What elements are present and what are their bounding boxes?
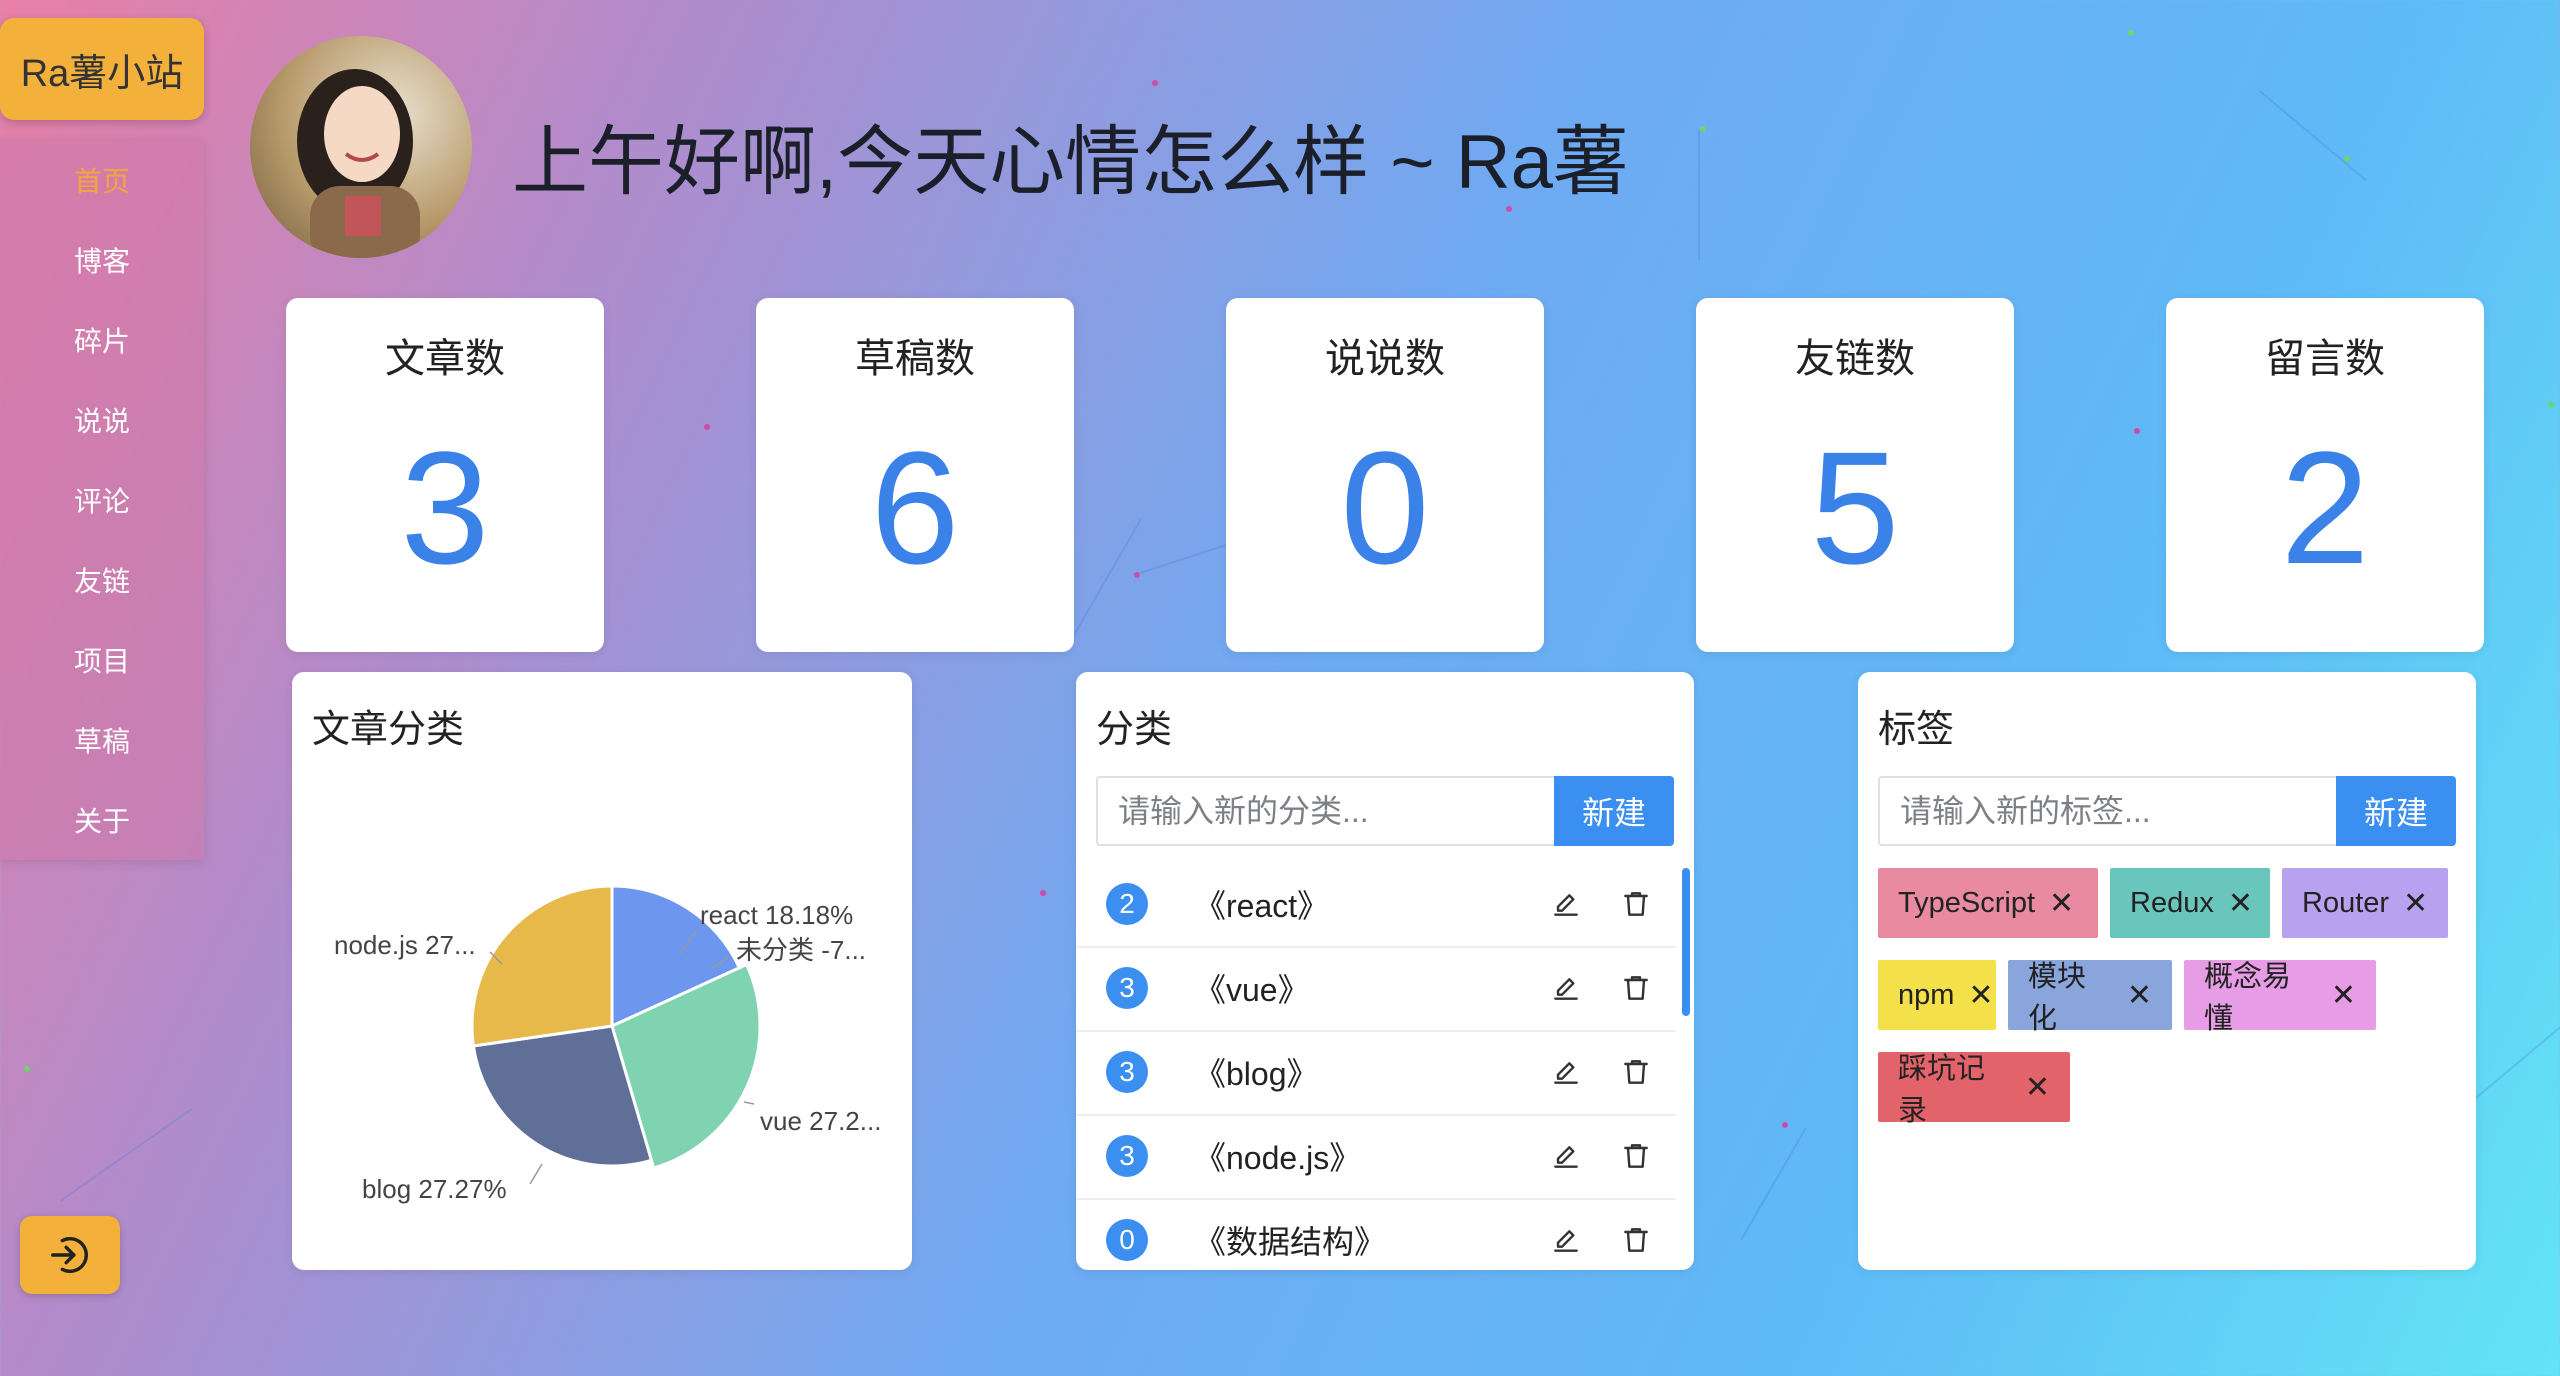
close-icon[interactable]: ✕ <box>2331 978 2356 1013</box>
category-count-badge: 3 <box>1106 1051 1148 1093</box>
delete-icon[interactable] <box>1616 1220 1656 1260</box>
nav-item-fragments[interactable]: 碎片 <box>0 300 204 380</box>
tag-chip: 模块化 ✕ <box>2008 960 2172 1035</box>
stat-value: 2 <box>2280 418 2370 597</box>
close-icon[interactable]: ✕ <box>2403 886 2428 921</box>
category-name: 《react》 <box>1194 888 1330 924</box>
tag-chip: Redux ✕ <box>2110 868 2270 938</box>
pie-label-nodejs: node.js 27... <box>334 930 476 960</box>
stat-card-drafts: 草稿数 6 <box>756 298 1074 652</box>
tag-chip: npm ✕ <box>1878 960 1996 1030</box>
pie-slice-nodejs[interactable] <box>470 884 614 1048</box>
category-input[interactable] <box>1096 776 1554 846</box>
category-row: 2 《react》 <box>1076 862 1676 948</box>
close-icon[interactable]: ✕ <box>2127 978 2152 1013</box>
new-category-button[interactable]: 新建 <box>1554 776 1674 846</box>
close-icon[interactable]: ✕ <box>2049 886 2074 921</box>
categories-title: 分类 <box>1096 709 1173 751</box>
pie-label-react: react 18.18% <box>700 900 854 930</box>
stat-label: 友链数 <box>1795 337 1915 381</box>
tag-chip: TypeScript ✕ <box>1878 868 2098 938</box>
stat-value: 6 <box>870 418 960 597</box>
stat-value: 0 <box>1340 418 1430 597</box>
close-icon[interactable]: ✕ <box>2025 1070 2050 1105</box>
tag-label: 模块化 <box>2028 961 2087 1035</box>
stat-card-articles: 文章数 3 <box>286 298 604 652</box>
stat-label: 说说数 <box>1325 337 1445 381</box>
category-name: 《数据结构》 <box>1194 1224 1387 1260</box>
stat-card-talks: 说说数 0 <box>1226 298 1544 652</box>
tag-chip: 概念易懂 ✕ <box>2184 960 2376 1035</box>
tag-label: 概念易懂 <box>2204 961 2292 1035</box>
category-row: 0 《数据结构》 <box>1076 1198 1676 1270</box>
delete-icon[interactable] <box>1616 884 1656 924</box>
tags-card: 标签 新建 TypeScript✕Redux✕Router✕npm✕模块化✕概念… <box>1858 672 2476 1270</box>
category-count-badge: 0 <box>1106 1219 1148 1261</box>
delete-icon[interactable] <box>1616 1136 1656 1176</box>
nav-item-drafts[interactable]: 草稿 <box>0 700 204 780</box>
tags-title: 标签 <box>1878 709 1955 751</box>
user-avatar[interactable] <box>250 36 472 258</box>
category-name: 《node.js》 <box>1194 1140 1362 1176</box>
nav-item-comments[interactable]: 评论 <box>0 460 204 540</box>
delete-icon[interactable] <box>1616 1052 1656 1092</box>
tag-label: TypeScript <box>1898 886 2035 919</box>
pie-leader-line <box>743 1101 755 1105</box>
tag-label: 踩坑记录 <box>1898 1053 1986 1127</box>
logout-icon <box>51 1237 89 1273</box>
tag-label: npm <box>1898 978 1955 1011</box>
category-row: 3 《blog》 <box>1076 1030 1676 1116</box>
greeting-title: 上午好啊,今天心情怎么样 ~ Ra薯 <box>512 120 1629 205</box>
edit-icon[interactable] <box>1546 1220 1586 1260</box>
delete-icon[interactable] <box>1616 968 1656 1008</box>
stat-label: 文章数 <box>385 337 505 381</box>
nav-item-blog[interactable]: 博客 <box>0 220 204 300</box>
tag-input[interactable] <box>1878 776 2336 846</box>
edit-icon[interactable] <box>1546 1052 1586 1092</box>
tag-label: Redux <box>2130 886 2214 919</box>
sidebar-nav: 首页 博客 碎片 说说 评论 友链 项目 草稿 关于 <box>0 140 204 860</box>
pie-leader-line <box>529 1163 543 1185</box>
pie-label-vue: vue 27.2... <box>760 1106 882 1136</box>
tag-input-row: 新建 <box>1878 776 2456 846</box>
category-row: 3 《node.js》 <box>1076 1114 1676 1200</box>
nav-item-home[interactable]: 首页 <box>0 140 204 220</box>
edit-icon[interactable] <box>1546 1136 1586 1176</box>
pie-label-uncategorized: 未分类 -7... <box>736 935 867 965</box>
nav-item-projects[interactable]: 项目 <box>0 620 204 700</box>
nav-item-talks[interactable]: 说说 <box>0 380 204 460</box>
category-list-scrollbar[interactable] <box>1682 868 1690 1016</box>
stat-label: 留言数 <box>2265 337 2385 381</box>
category-count-badge: 3 <box>1106 1135 1148 1177</box>
new-tag-button[interactable]: 新建 <box>2336 776 2456 846</box>
tag-chip: 踩坑记录 ✕ <box>1878 1052 2070 1127</box>
category-input-row: 新建 <box>1096 776 1674 846</box>
category-name: 《vue》 <box>1194 972 1310 1008</box>
stat-card-friend-links: 友链数 5 <box>1696 298 2014 652</box>
category-row: 3 《vue》 <box>1076 946 1676 1032</box>
avatar-portrait <box>297 69 420 258</box>
close-icon[interactable]: ✕ <box>1968 978 1993 1013</box>
stat-value: 5 <box>1810 418 1900 597</box>
tag-label: Router <box>2302 886 2390 919</box>
category-count-badge: 3 <box>1106 967 1148 1009</box>
stat-label: 草稿数 <box>855 337 975 381</box>
stat-value: 3 <box>400 418 490 597</box>
tag-chip: Router ✕ <box>2282 868 2448 938</box>
edit-icon[interactable] <box>1546 968 1586 1008</box>
category-count-badge: 2 <box>1106 883 1148 925</box>
article-category-chart-card: 文章分类 react 18.18% 未分类 -7... vue 27.2... … <box>292 672 912 1270</box>
logout-button[interactable] <box>20 1216 120 1294</box>
stat-card-messages: 留言数 2 <box>2166 298 2484 652</box>
category-name: 《blog》 <box>1194 1056 1319 1092</box>
pie-label-blog: blog 27.27% <box>362 1174 507 1204</box>
site-logo[interactable]: Ra薯小站 <box>0 18 204 120</box>
close-icon[interactable]: ✕ <box>2228 886 2253 921</box>
nav-item-about[interactable]: 关于 <box>0 780 204 860</box>
categories-card: 分类 新建 2 《react》 3 《vue》 3 《blog》 3 《node.js》 0 《数… <box>1076 672 1694 1270</box>
nav-item-friend-links[interactable]: 友链 <box>0 540 204 620</box>
edit-icon[interactable] <box>1546 884 1586 924</box>
